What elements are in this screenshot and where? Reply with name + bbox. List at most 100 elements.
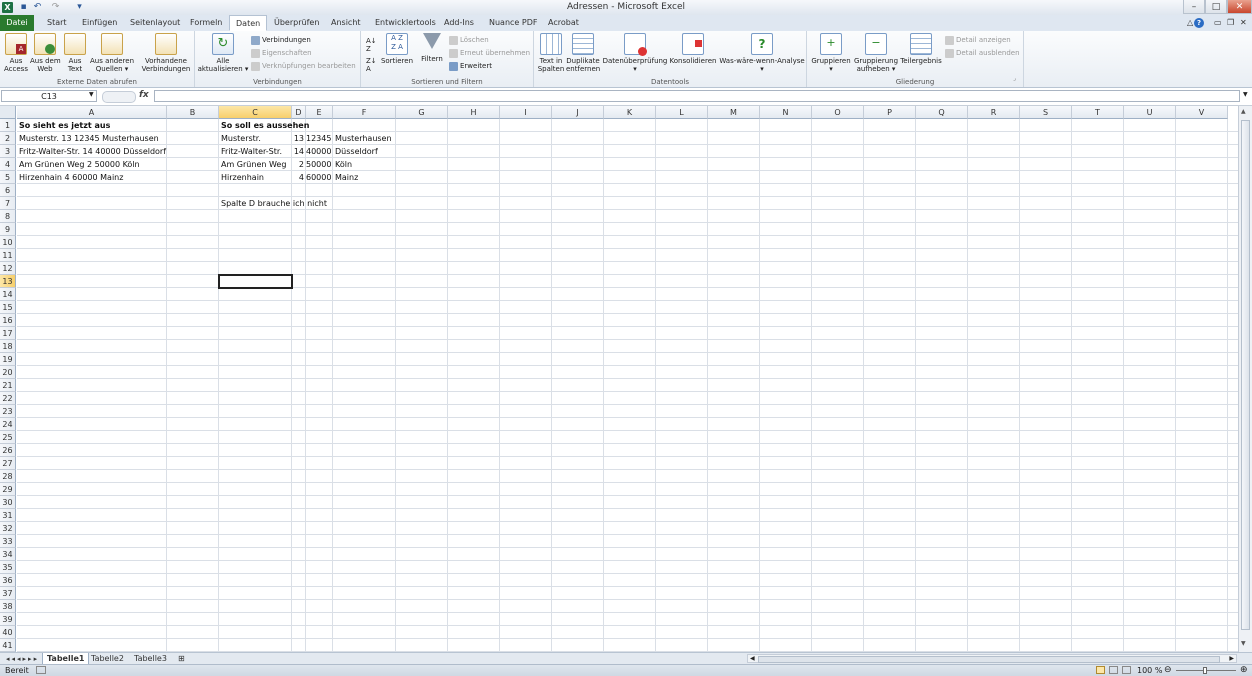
dialog-launcher-icon[interactable]: ⌟ [1013, 75, 1016, 83]
workbook-close-icon[interactable]: ✕ [1234, 15, 1252, 31]
close-button[interactable]: ✕ [1227, 0, 1252, 14]
existing-connections-button[interactable]: Vorhandene Verbindungen [140, 33, 192, 73]
cell-f5[interactable]: Mainz [333, 171, 396, 184]
select-all-corner[interactable] [0, 106, 16, 119]
cell-a5[interactable]: Hirzenhain 4 60000 Mainz [17, 171, 167, 184]
row-header-13[interactable]: 13 [0, 275, 16, 288]
macro-record-icon[interactable] [36, 666, 46, 674]
tab-add-ins[interactable]: Add-Ins [438, 15, 480, 31]
tab-start[interactable]: Start [41, 15, 73, 31]
sort-ascending-icon[interactable]: A↓ Z [366, 37, 377, 53]
scroll-left-icon[interactable]: ◀ [750, 655, 755, 663]
column-header-i[interactable]: I [500, 106, 552, 119]
page-layout-view-icon[interactable] [1109, 666, 1118, 674]
help-icon[interactable]: ? [1194, 18, 1204, 28]
column-header-l[interactable]: L [656, 106, 708, 119]
from-other-sources-button[interactable]: Aus anderen Quellen ▾ [88, 33, 136, 73]
row-header-36[interactable]: 36 [0, 574, 16, 587]
column-header-j[interactable]: J [552, 106, 604, 119]
vertical-scroll-thumb[interactable] [1241, 120, 1250, 630]
cell-c1[interactable]: So soll es aussehen [219, 119, 309, 132]
column-header-o[interactable]: O [812, 106, 864, 119]
row-header-12[interactable]: 12 [0, 262, 16, 275]
name-box-dropdown-icon[interactable]: ▼ [89, 91, 94, 98]
subtotal-button[interactable]: Teilergebnis [900, 33, 942, 65]
zoom-level[interactable]: 100 % [1137, 665, 1162, 676]
cell-f3[interactable]: Düsseldorf [333, 145, 396, 158]
row-header-7[interactable]: 7 [0, 197, 16, 210]
text-to-columns-button[interactable]: Text in Spalten [536, 33, 566, 73]
column-header-u[interactable]: U [1124, 106, 1176, 119]
cell-c3[interactable]: Fritz-Walter-Str. [219, 145, 292, 158]
tab-einfuegen[interactable]: Einfügen [76, 15, 123, 31]
row-header-35[interactable]: 35 [0, 561, 16, 574]
cell-e3[interactable]: 40000 [306, 145, 333, 158]
group-button[interactable]: + Gruppieren ▾ [810, 33, 852, 73]
cell-e2[interactable]: 12345 [306, 132, 333, 145]
row-header-41[interactable]: 41 [0, 639, 16, 652]
minimize-button[interactable]: – [1183, 0, 1205, 14]
maximize-button[interactable]: □ [1205, 0, 1227, 14]
row-header-17[interactable]: 17 [0, 327, 16, 340]
cell-a1[interactable]: So sieht es jetzt aus [17, 119, 167, 132]
row-header-8[interactable]: 8 [0, 210, 16, 223]
row-header-9[interactable]: 9 [0, 223, 16, 236]
cell-e5[interactable]: 60000 [306, 171, 333, 184]
horizontal-scroll-thumb[interactable] [758, 656, 1220, 663]
column-header-q[interactable]: Q [916, 106, 968, 119]
tab-acrobat[interactable]: Acrobat [542, 15, 585, 31]
properties-button[interactable]: Eigenschaften [251, 47, 312, 59]
show-detail-button[interactable]: Detail anzeigen [945, 34, 1011, 46]
row-header-30[interactable]: 30 [0, 496, 16, 509]
from-access-button[interactable]: A Aus Access [3, 33, 29, 73]
row-header-24[interactable]: 24 [0, 418, 16, 431]
remove-duplicates-button[interactable]: Duplikate entfernen [566, 33, 600, 73]
scroll-right-icon[interactable]: ▶ [1229, 655, 1234, 663]
edit-links-button[interactable]: Verknüpfungen bearbeiten [251, 60, 356, 72]
row-header-37[interactable]: 37 [0, 587, 16, 600]
column-header-a[interactable]: A [17, 106, 167, 119]
row-header-20[interactable]: 20 [0, 366, 16, 379]
row-header-16[interactable]: 16 [0, 314, 16, 327]
row-header-2[interactable]: 2 [0, 132, 16, 145]
tab-entwicklertools[interactable]: Entwicklertools [369, 15, 442, 31]
data-validation-button[interactable]: Datenüberprüfung ▾ [602, 33, 668, 73]
column-header-t[interactable]: T [1072, 106, 1124, 119]
from-web-button[interactable]: Aus dem Web [30, 33, 61, 73]
sort-button[interactable]: A ZZ A Sortieren [379, 33, 415, 65]
tab-formeln[interactable]: Formeln [184, 15, 228, 31]
worksheet-grid[interactable]: ABCDEFGHIJKLMNOPQRSTUV 1 2 3 4 5 6 7 8 9 10 11 12 13… [0, 106, 1238, 652]
column-header-m[interactable]: M [708, 106, 760, 119]
from-text-button[interactable]: Aus Text [63, 33, 87, 73]
tab-nuance-pdf[interactable]: Nuance PDF [483, 15, 543, 31]
row-header-3[interactable]: 3 [0, 145, 16, 158]
hide-detail-button[interactable]: Detail ausblenden [945, 47, 1020, 59]
column-header-d[interactable]: D [292, 106, 306, 119]
row-header-1[interactable]: 1 [0, 119, 16, 132]
cell-c5[interactable]: Hirzenhain [219, 171, 292, 184]
cell-f2[interactable]: Musterhausen [333, 132, 396, 145]
row-header-14[interactable]: 14 [0, 288, 16, 301]
zoom-out-icon[interactable]: ⊖ [1164, 665, 1172, 675]
page-break-view-icon[interactable] [1122, 666, 1131, 674]
row-header-15[interactable]: 15 [0, 301, 16, 314]
filter-button[interactable]: Filtern [418, 33, 446, 63]
column-header-k[interactable]: K [604, 106, 656, 119]
insert-function-icon[interactable]: fx [139, 90, 149, 100]
zoom-slider-thumb[interactable] [1203, 667, 1207, 674]
column-header-h[interactable]: H [448, 106, 500, 119]
row-header-6[interactable]: 6 [0, 184, 16, 197]
column-header-n[interactable]: N [760, 106, 812, 119]
column-header-e[interactable]: E [306, 106, 333, 119]
tab-seitenlayout[interactable]: Seitenlayout [124, 15, 186, 31]
consolidate-button[interactable]: Konsolidieren [669, 33, 717, 65]
row-header-31[interactable]: 31 [0, 509, 16, 522]
row-header-19[interactable]: 19 [0, 353, 16, 366]
ungroup-button[interactable]: − Gruppierung aufheben ▾ [853, 33, 899, 73]
cell-d2[interactable]: 13 [292, 132, 306, 145]
row-header-4[interactable]: 4 [0, 158, 16, 171]
active-cell-c13[interactable] [218, 274, 293, 289]
tab-ueberpruefen[interactable]: Überprüfen [268, 15, 325, 31]
tab-daten[interactable]: Daten [229, 15, 268, 31]
tab-ansicht[interactable]: Ansicht [325, 15, 367, 31]
